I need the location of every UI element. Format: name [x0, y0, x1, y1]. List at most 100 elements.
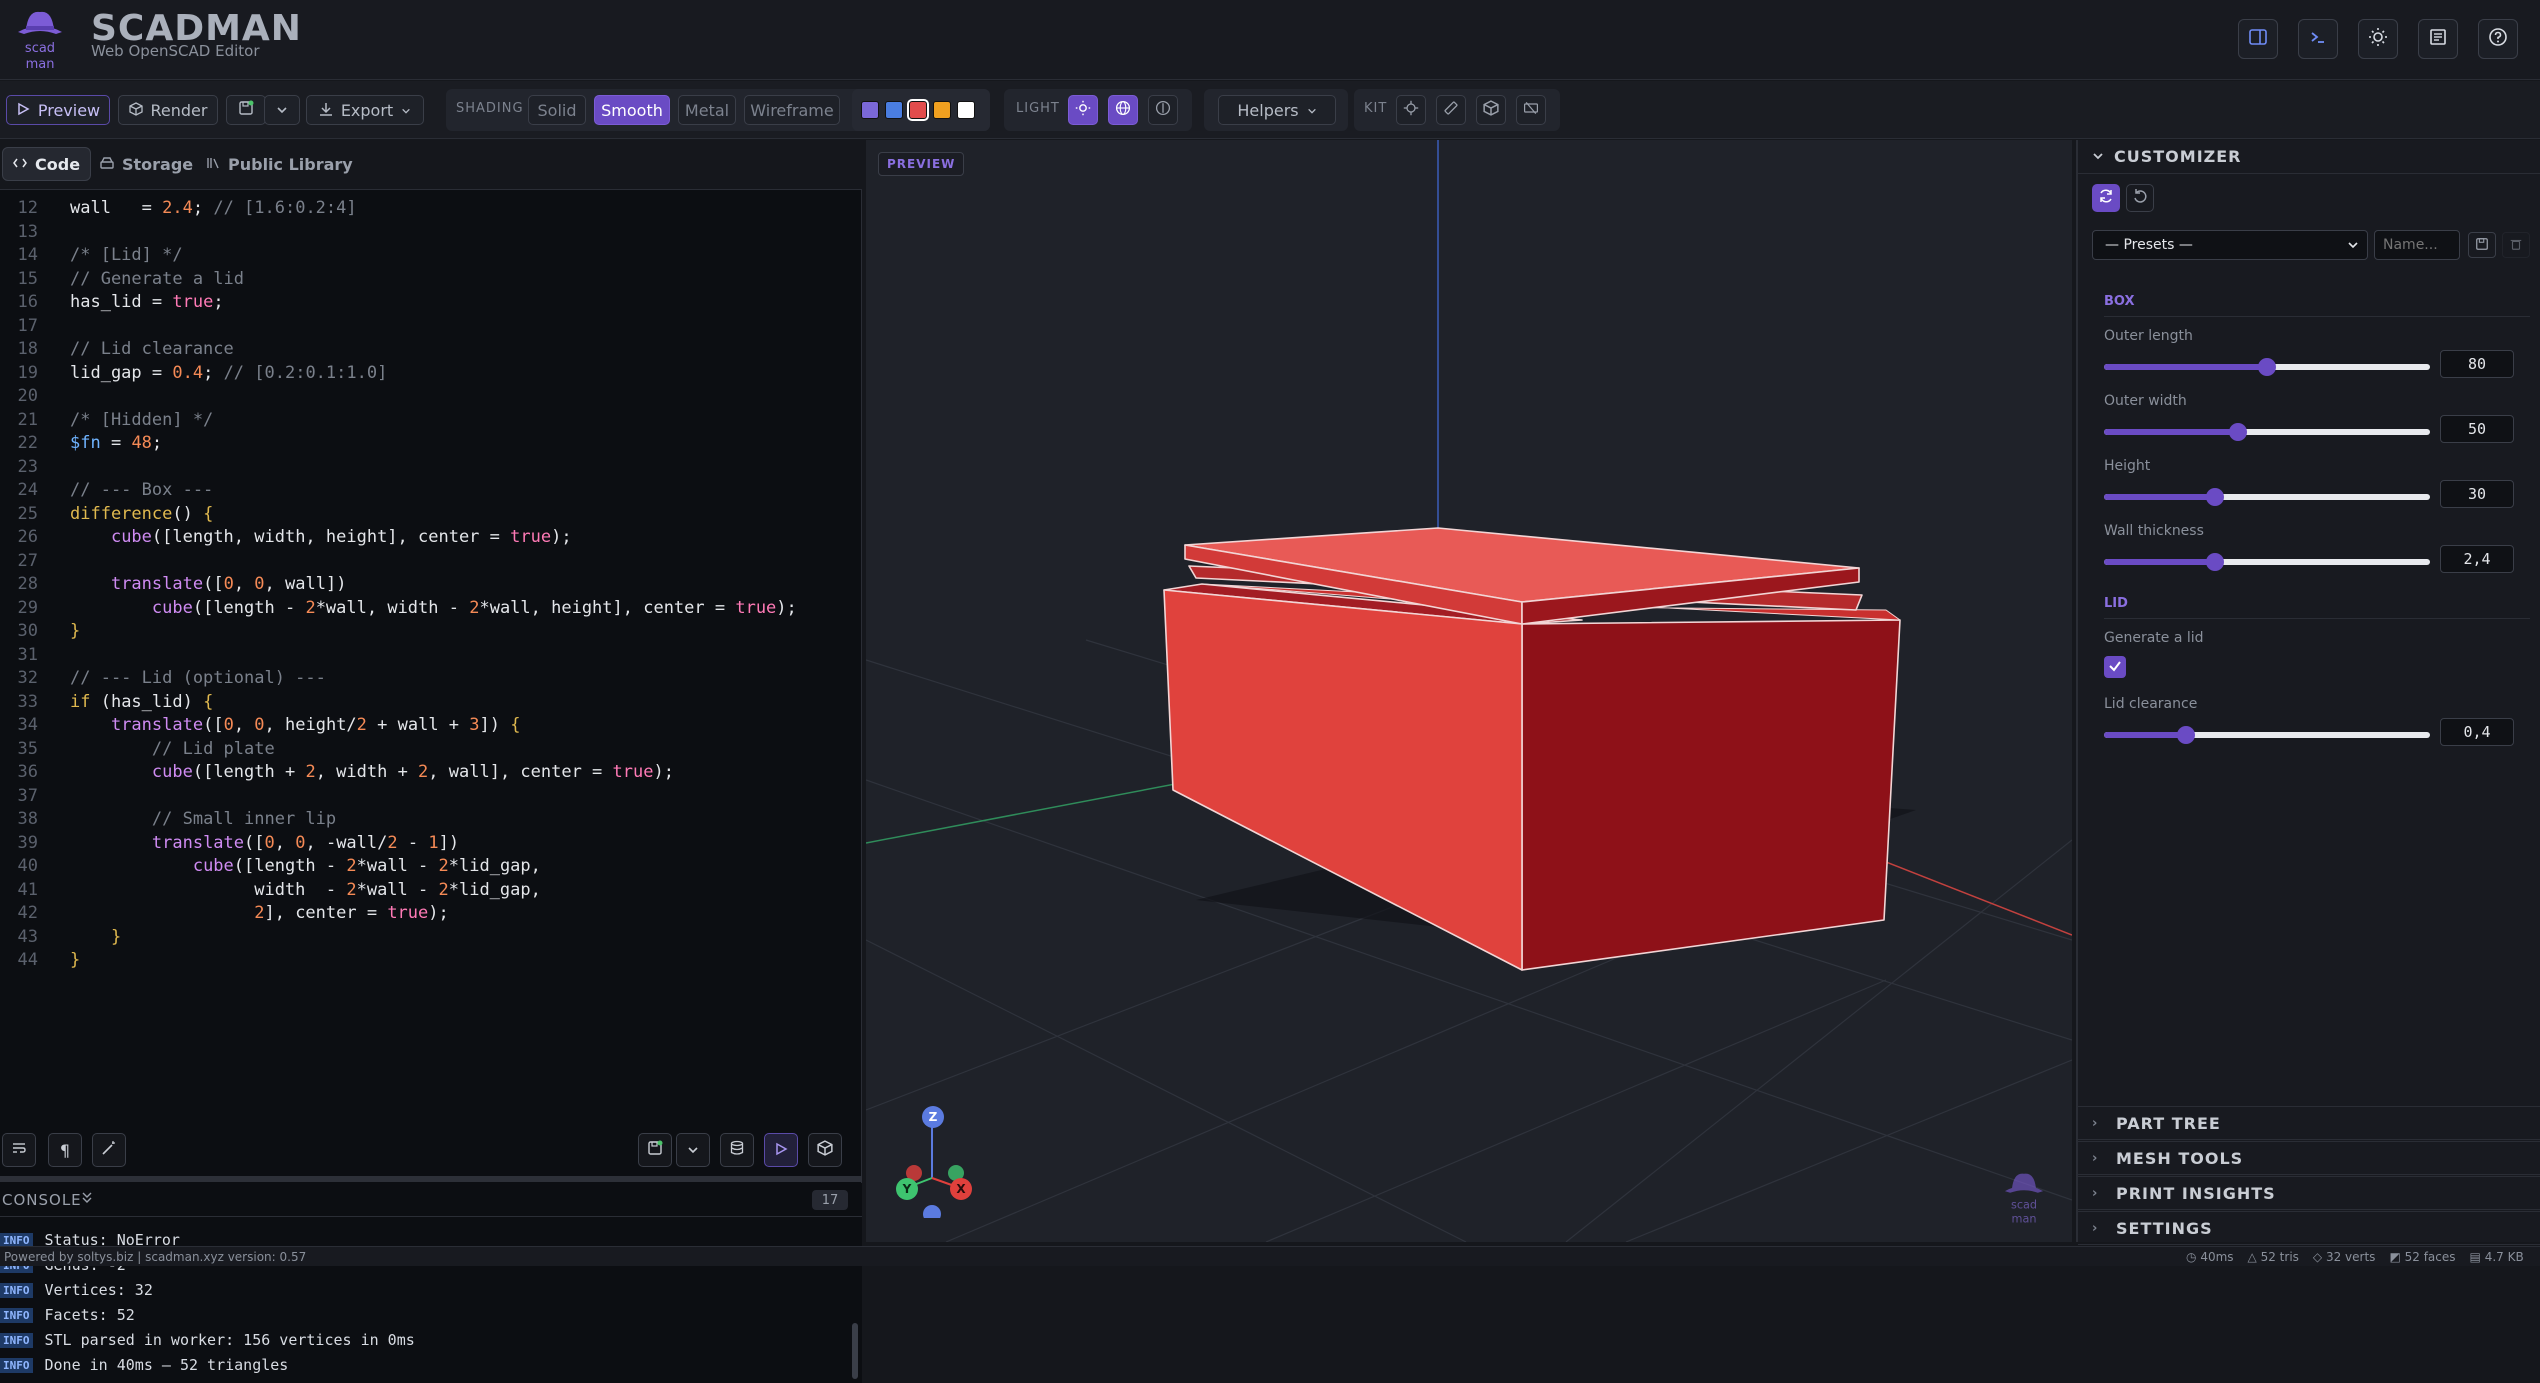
wrap-button[interactable] — [2, 1133, 36, 1167]
code-line[interactable]: translate([0, 0, -wall/2 - 1]) — [70, 833, 459, 853]
render-button[interactable]: Render — [118, 95, 218, 125]
helpers-dropdown[interactable]: Helpers — [1218, 95, 1336, 125]
code-line[interactable]: cube([length - 2*wall, width - 2*wall, h… — [70, 598, 797, 618]
editor-save-options[interactable] — [676, 1133, 710, 1167]
code-line[interactable]: // Generate a lid — [70, 269, 244, 289]
wall-thickness-slider[interactable] — [2104, 553, 2430, 571]
tab-code[interactable]: Code — [2, 147, 92, 181]
console-scrollbar[interactable] — [852, 1323, 858, 1379]
slider-thumb[interactable] — [2228, 423, 2247, 441]
light-sun-button[interactable] — [1068, 95, 1098, 125]
tab-public-library[interactable]: Public Library — [196, 147, 363, 181]
shading-smooth[interactable]: Smooth — [594, 95, 670, 125]
delete-preset-button[interactable] — [2502, 232, 2530, 258]
code-line[interactable]: /* [Lid] */ — [70, 245, 183, 265]
light-contrast-button[interactable] — [1148, 95, 1178, 125]
color-swatch-purple[interactable] — [861, 101, 879, 119]
database-button[interactable] — [720, 1133, 754, 1167]
shading-wireframe[interactable]: Wireframe — [744, 95, 840, 125]
code-line[interactable]: has_lid = true; — [70, 292, 224, 312]
editor-render-button[interactable] — [808, 1133, 842, 1167]
outer-width-value-input[interactable]: 50 — [2440, 415, 2514, 443]
docs-button[interactable] — [2418, 19, 2458, 59]
customizer-header[interactable]: CUSTOMIZER — [2078, 140, 2540, 174]
generate-lid-checkbox[interactable] — [2104, 656, 2126, 678]
editor-save-button[interactable] — [638, 1133, 672, 1167]
code-line[interactable]: cube([length + 2, width + 2, wall], cent… — [70, 762, 674, 782]
outer-length-value-input[interactable]: 80 — [2440, 350, 2514, 378]
kit-measure-button[interactable] — [1436, 95, 1466, 125]
gizmo-y-label[interactable]: Y — [896, 1178, 918, 1200]
code-line[interactable]: // Small inner lip — [70, 809, 336, 829]
code-editor[interactable]: 12 wall = 2.4; // [1.6:0.2:4] 13 14 /* [Lid]… — [0, 192, 862, 1098]
height-slider[interactable] — [2104, 488, 2430, 506]
code-line[interactable]: cube([length - 2*wall - 2*lid_gap, — [70, 856, 541, 876]
color-swatch-orange[interactable] — [933, 101, 951, 119]
save-options-dropdown[interactable] — [264, 95, 300, 125]
section-part-tree[interactable]: › PART TREE — [2078, 1106, 2540, 1140]
slider-thumb[interactable] — [2205, 488, 2224, 506]
code-line[interactable]: } — [70, 950, 80, 970]
lid-clearance-value-input[interactable]: 0,4 — [2440, 718, 2514, 746]
format-button[interactable]: ¶ — [48, 1133, 82, 1167]
code-line[interactable]: } — [70, 927, 121, 947]
light-environment-button[interactable] — [1108, 95, 1138, 125]
3d-viewport[interactable]: PREVIEW Z Y X scad man — [866, 140, 2072, 1242]
shading-solid[interactable]: Solid — [528, 95, 586, 125]
reset-button[interactable] — [2126, 184, 2154, 212]
section-settings[interactable]: › SETTINGS — [2078, 1211, 2540, 1245]
wall-thickness-value-input[interactable]: 2,4 — [2440, 545, 2514, 573]
height-value-input[interactable]: 30 — [2440, 480, 2514, 508]
auto-refresh-toggle[interactable] — [2092, 184, 2120, 212]
code-line[interactable]: 2], center = true); — [70, 903, 449, 923]
section-print-insights[interactable]: › PRINT INSIGHTS — [2078, 1176, 2540, 1210]
slider-thumb[interactable] — [2176, 726, 2195, 744]
kit-box-button[interactable] — [1476, 95, 1506, 125]
code-line[interactable]: // --- Lid (optional) --- — [70, 668, 326, 688]
save-button[interactable] — [226, 95, 266, 125]
orientation-gizmo[interactable]: Z Y X — [886, 1098, 986, 1223]
code-line[interactable]: // Lid plate — [70, 739, 275, 759]
color-swatch-blue[interactable] — [885, 101, 903, 119]
code-line[interactable]: // --- Box --- — [70, 480, 213, 500]
kit-crosshair-button[interactable] — [1396, 95, 1426, 125]
preset-name-input[interactable] — [2374, 230, 2460, 260]
gizmo-x-label[interactable]: X — [950, 1178, 972, 1200]
code-line[interactable]: lid_gap = 0.4; // [0.2:0.1:1.0] — [70, 363, 387, 383]
code-line[interactable]: // Lid clearance — [70, 339, 234, 359]
magic-button[interactable] — [92, 1133, 126, 1167]
code-line[interactable]: } — [70, 621, 80, 641]
section-mesh-tools[interactable]: › MESH TOOLS — [2078, 1141, 2540, 1175]
terminal-button[interactable] — [2298, 19, 2338, 59]
code-line[interactable]: width - 2*wall - 2*lid_gap, — [70, 880, 541, 900]
code-line[interactable]: cube([length, width, height], center = t… — [70, 527, 572, 547]
code-line[interactable]: translate([0, 0, wall]) — [70, 574, 346, 594]
panel-resize-handle[interactable] — [0, 1176, 862, 1182]
kit-section-button[interactable] — [1516, 95, 1546, 125]
export-button[interactable]: Export — [306, 95, 424, 125]
gizmo-z-label[interactable]: Z — [922, 1106, 944, 1128]
shading-metal[interactable]: Metal — [678, 95, 736, 125]
code-line[interactable]: if (has_lid) { — [70, 692, 213, 712]
color-swatch-red[interactable] — [907, 99, 929, 121]
save-preset-button[interactable] — [2468, 232, 2496, 258]
color-swatch-white[interactable] — [957, 101, 975, 119]
presets-select[interactable]: — Presets — — [2092, 230, 2368, 260]
lid-clearance-slider[interactable] — [2104, 726, 2430, 744]
outer-length-slider[interactable] — [2104, 358, 2430, 376]
code-line[interactable]: difference() { — [70, 504, 213, 524]
code-line[interactable]: /* [Hidden] */ — [70, 410, 213, 430]
outer-width-slider[interactable] — [2104, 423, 2430, 441]
slider-thumb[interactable] — [2258, 358, 2276, 376]
console-header[interactable]: CONSOLE 17 — [0, 1183, 862, 1217]
theme-button[interactable] — [2358, 19, 2398, 59]
preview-button[interactable]: Preview — [6, 95, 110, 125]
tab-storage[interactable]: Storage — [90, 147, 203, 181]
code-line[interactable]: wall = 2.4; // [1.6:0.2:4] — [70, 198, 357, 218]
editor-preview-button[interactable] — [764, 1133, 798, 1167]
slider-thumb[interactable] — [2205, 553, 2224, 571]
code-line[interactable]: $fn = 48; — [70, 433, 162, 453]
toggle-panel-button[interactable] — [2238, 19, 2278, 59]
help-button[interactable] — [2478, 19, 2518, 59]
code-line[interactable]: translate([0, 0, height/2 + wall + 3]) { — [70, 715, 521, 735]
